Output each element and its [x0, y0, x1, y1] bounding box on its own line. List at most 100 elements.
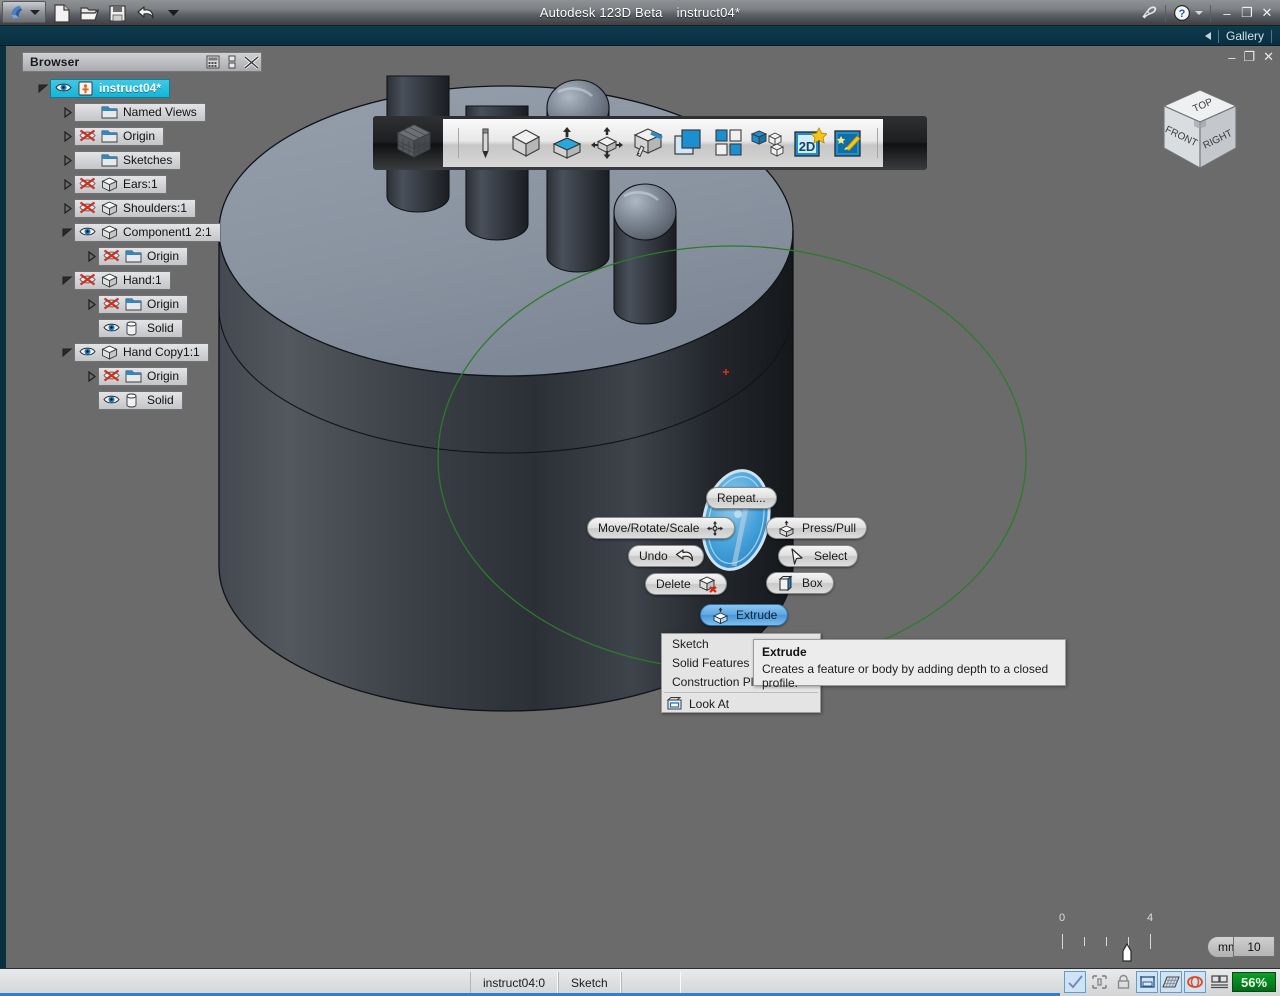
grid-plane-icon[interactable] [1160, 971, 1182, 993]
minimize-button[interactable]: – [1218, 2, 1236, 24]
combine-icon[interactable] [670, 122, 708, 164]
help-button[interactable]: ? [1173, 4, 1203, 22]
browser-close-icon[interactable] [243, 54, 259, 70]
viewport-restore-button[interactable]: ❐ [1243, 49, 1255, 65]
gallery-collapse-arrow-icon[interactable] [1205, 32, 1211, 40]
viewport-minimize-button[interactable]: – [1228, 50, 1235, 65]
tree-node-origin[interactable]: Origin [98, 295, 188, 314]
browser-tree[interactable]: instruct04* Named Views Origin Sketches Ears… [22, 76, 270, 412]
tree-node-solid[interactable]: Solid [98, 391, 183, 410]
restore-button[interactable]: ❐ [1238, 2, 1256, 24]
construct-extrude-icon[interactable] [548, 122, 586, 164]
visibility-eye-icon[interactable] [79, 345, 96, 360]
tree-node-solid[interactable]: Solid [98, 319, 183, 338]
browser-tree-row[interactable]: Component1 2:1 [22, 220, 270, 244]
disclosure-expanded-icon[interactable] [60, 340, 74, 364]
marking-menu-item-repeat[interactable]: Repeat... [706, 487, 777, 509]
close-button[interactable]: ✕ [1258, 2, 1276, 24]
view-cube[interactable]: TOP FRONT RIGHT [1154, 84, 1246, 184]
browser-tree-row[interactable]: Shoulders:1 [22, 196, 270, 220]
tree-node-sketches[interactable]: Sketches [74, 151, 181, 170]
browser-tree-row[interactable]: Origin [22, 244, 270, 268]
tree-node-hand-1[interactable]: Hand:1 [74, 271, 171, 290]
smart-tools-icon[interactable] [832, 122, 870, 164]
disclosure-collapsed-icon[interactable] [60, 148, 74, 172]
browser-filter-icon[interactable] [205, 54, 221, 70]
drawing-2d-icon[interactable]: 2D [791, 122, 829, 164]
visibility-eye-icon[interactable] [55, 81, 72, 96]
browser-tree-row[interactable]: Solid [22, 316, 270, 340]
marking-menu-item-box[interactable]: Box [766, 572, 834, 594]
3d-viewport[interactable]: – ❐ ✕ Browser [6, 46, 1280, 968]
disclosure-collapsed-icon[interactable] [60, 196, 74, 220]
group-icon[interactable] [751, 122, 789, 164]
marking-menu-item-select[interactable]: Select [778, 545, 858, 567]
marking-menu-item-move-rotate-scale[interactable]: Move/Rotate/Scale [587, 517, 735, 539]
visibility-eye-icon[interactable] [103, 393, 120, 408]
orbit-ring-icon[interactable] [1184, 971, 1206, 993]
tree-node-shoulders-1[interactable]: Shoulders:1 [74, 199, 196, 218]
cube-home-icon[interactable] [379, 120, 449, 166]
measure-icon[interactable] [1136, 971, 1158, 993]
pattern-icon[interactable] [710, 122, 748, 164]
tree-node-named-views[interactable]: Named Views [74, 103, 206, 122]
visibility-hidden-icon[interactable] [79, 177, 96, 192]
disclosure-collapsed-icon[interactable] [60, 124, 74, 148]
disclosure-expanded-icon[interactable] [60, 220, 74, 244]
visibility-hidden-icon[interactable] [79, 273, 96, 288]
disclosure-collapsed-icon[interactable] [84, 292, 98, 316]
sketch-on-face-icon[interactable] [629, 122, 667, 164]
ruler-grid-field[interactable]: 10 [1233, 936, 1275, 957]
snap-check-icon[interactable] [1064, 971, 1086, 993]
tree-node-instruct04[interactable]: instruct04* [50, 79, 170, 98]
visibility-eye-icon[interactable] [79, 225, 96, 240]
disclosure-expanded-icon[interactable] [36, 76, 50, 100]
marking-menu-item-undo[interactable]: Undo [628, 545, 704, 567]
browser-tree-row[interactable]: instruct04* [22, 76, 270, 100]
marking-menu-item-press-pull[interactable]: Press/Pull [766, 517, 867, 539]
browser-tree-row[interactable]: Solid [22, 388, 270, 412]
gallery-tab-strip: Gallery [0, 26, 1280, 46]
tree-node-component1-2-1[interactable]: Component1 2:1 [74, 223, 221, 242]
broadcast-icon[interactable] [1140, 2, 1158, 24]
marking-menu-item-delete[interactable]: Delete [645, 573, 727, 595]
browser-dock-icon[interactable] [224, 54, 240, 70]
disclosure-collapsed-icon[interactable] [84, 244, 98, 268]
browser-tree-row[interactable]: Origin [22, 364, 270, 388]
browser-tree-row[interactable]: Hand:1 [22, 268, 270, 292]
browser-tree-row[interactable]: Ears:1 [22, 172, 270, 196]
visibility-hidden-icon[interactable] [103, 369, 120, 384]
disclosure-collapsed-icon[interactable] [84, 364, 98, 388]
tree-node-hand-copy1-1[interactable]: Hand Copy1:1 [74, 343, 209, 362]
screen-layout-icon[interactable] [1208, 971, 1230, 993]
disclosure-expanded-icon[interactable] [60, 268, 74, 292]
browser-tree-row[interactable]: Origin [22, 124, 270, 148]
browser-tree-row[interactable]: Named Views [22, 100, 270, 124]
visibility-hidden-icon[interactable] [79, 201, 96, 216]
lock-icon[interactable] [1112, 971, 1134, 993]
submenu-item-look-at[interactable]: Look At [662, 694, 820, 713]
modify-icon[interactable] [588, 122, 626, 164]
browser-tree-row[interactable]: Hand Copy1:1 [22, 340, 270, 364]
marking-menu-item-extrude[interactable]: Extrude [700, 604, 788, 626]
zoom-level-indicator[interactable]: 56% [1232, 972, 1276, 992]
disclosure-collapsed-icon[interactable] [60, 100, 74, 124]
visibility-hidden-icon[interactable] [103, 249, 120, 264]
browser-tree-row[interactable]: Sketches [22, 148, 270, 172]
primitives-cube-icon[interactable] [507, 122, 545, 164]
visibility-hidden-icon[interactable] [79, 129, 96, 144]
scale-ruler[interactable]: 0 4 1 mm 10 [1051, 912, 1280, 968]
tree-node-ears-1[interactable]: Ears:1 [74, 175, 167, 194]
sketch-pencil-icon[interactable] [467, 122, 505, 164]
viewport-close-button[interactable]: ✕ [1263, 49, 1274, 65]
disclosure-collapsed-icon[interactable] [60, 172, 74, 196]
browser-tree-row[interactable]: Origin [22, 292, 270, 316]
visibility-hidden-icon[interactable] [103, 297, 120, 312]
gallery-tab[interactable]: Gallery [1205, 26, 1272, 46]
tree-node-origin[interactable]: Origin [74, 127, 164, 146]
tree-node-origin[interactable]: Origin [98, 367, 188, 386]
ruler-slider-handle[interactable] [1121, 943, 1131, 961]
selection-bounds-icon[interactable] [1088, 971, 1110, 993]
tree-node-origin[interactable]: Origin [98, 247, 188, 266]
visibility-eye-icon[interactable] [103, 321, 120, 336]
